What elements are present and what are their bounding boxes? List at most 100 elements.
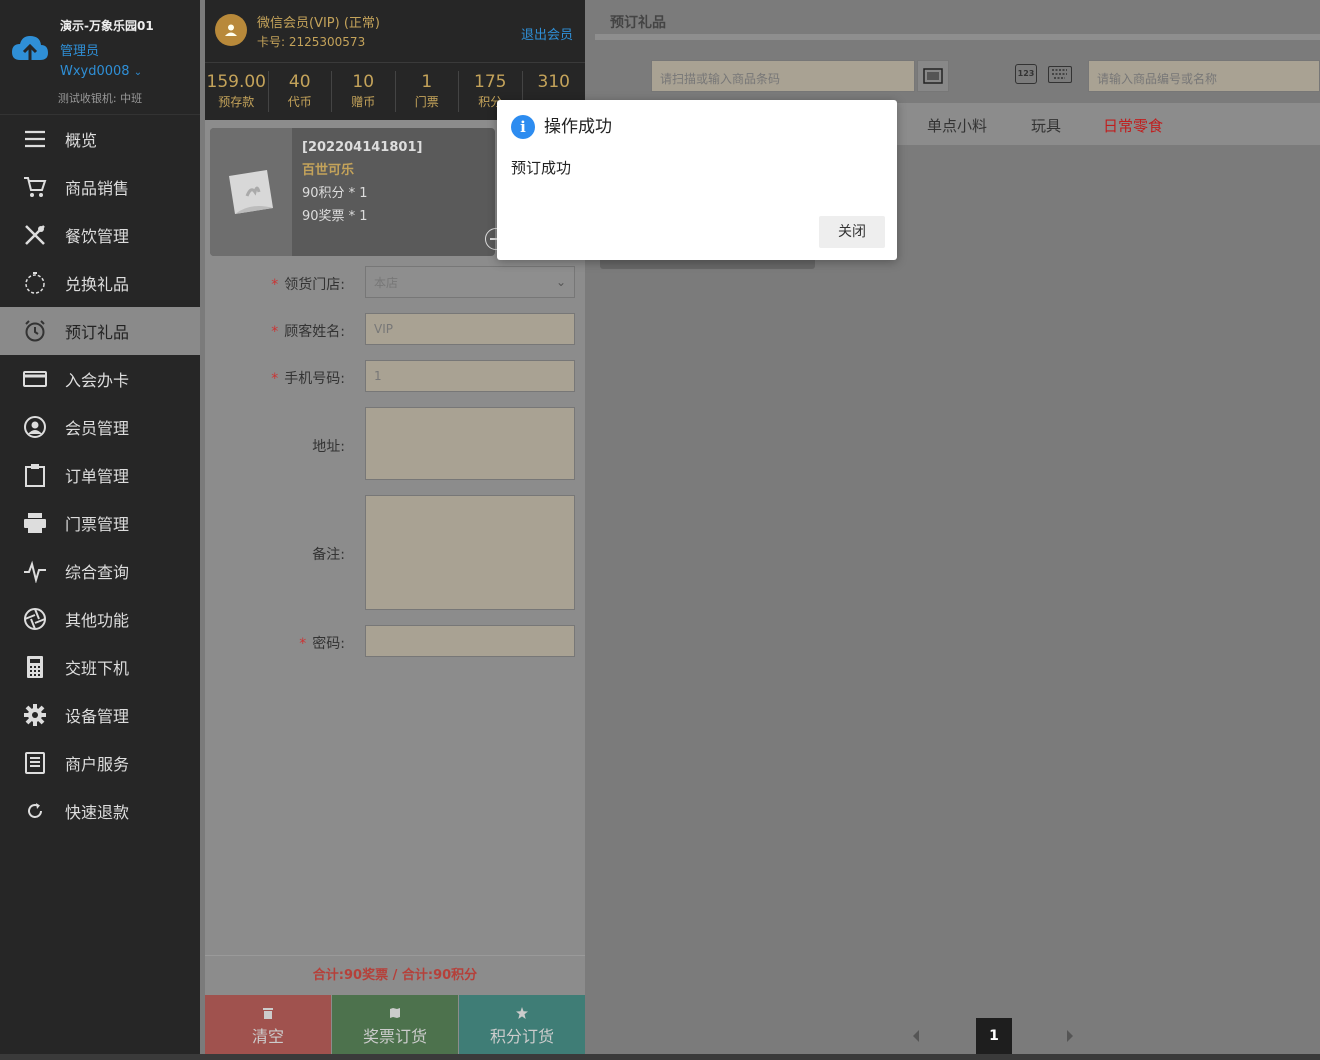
sidebar-item-4[interactable]: 预订礼品 [0, 307, 200, 355]
stat-value: 175 [474, 72, 507, 92]
cart-item-code: [202204141801] [302, 140, 423, 155]
user-circle-icon [22, 414, 48, 440]
gift-icon [22, 270, 48, 296]
cart-item-points: 90积分 * 1 [302, 186, 368, 201]
barcode-scan-button[interactable] [917, 60, 949, 92]
category-tab-toppings[interactable]: 单点小料 [927, 115, 987, 136]
cart-item-tickets: 90奖票 * 1 [302, 209, 368, 224]
customer-name-input[interactable]: VIP [365, 313, 575, 345]
clear-label: 清空 [251, 1027, 284, 1046]
sidebar-item-label: 会员管理 [65, 419, 130, 438]
sidebar-item-label: 商户服务 [65, 755, 130, 774]
menu-icon [22, 126, 48, 152]
sidebar-item-1[interactable]: 商品销售 [0, 163, 200, 211]
store-select[interactable]: 本店 ⌄ [365, 266, 575, 298]
sidebar-item-label: 快速退款 [65, 803, 130, 822]
logout-member-button[interactable]: 退出会员 [521, 24, 573, 43]
store-select-value: 本店 [374, 275, 399, 290]
avatar [215, 14, 247, 46]
star-icon [516, 1007, 528, 1019]
current-page[interactable]: 1 [976, 1018, 1012, 1054]
sidebar-item-label: 设备管理 [65, 707, 130, 726]
page-title: 预订礼品 [595, 0, 1320, 40]
calculator-icon [22, 654, 48, 680]
next-page-icon[interactable] [1067, 1030, 1073, 1042]
points-order-button[interactable]: 积分订货 [459, 995, 585, 1060]
chevron-down-icon: ⌄ [133, 67, 143, 78]
sidebar-item-0[interactable]: 概览 [0, 115, 200, 163]
store-name: 演示-万象乐园01 [60, 19, 154, 33]
sidebar-item-2[interactable]: 餐饮管理 [0, 211, 200, 259]
brand-header: 演示-万象乐园01 管理员 Wxyd0008 ⌄ 测试收银机: 中班 [0, 0, 200, 115]
cart-icon [22, 174, 48, 200]
printer-icon [22, 510, 48, 536]
member-stat: 10 赠币 [332, 71, 396, 112]
sidebar-item-9[interactable]: 综合查询 [0, 547, 200, 595]
sidebar: 演示-万象乐园01 管理员 Wxyd0008 ⌄ 测试收银机: 中班 概览商品销… [0, 0, 200, 1060]
sidebar-item-label: 入会办卡 [65, 371, 130, 390]
ticket-order-button[interactable]: 奖票订货 [332, 995, 458, 1060]
sidebar-item-label: 预订礼品 [65, 323, 130, 342]
category-tab-snacks[interactable]: 日常零食 [1103, 115, 1163, 136]
user-role: 管理员 [60, 44, 100, 59]
sidebar-item-13[interactable]: 商户服务 [0, 739, 200, 787]
utensils-icon [22, 222, 48, 248]
shift-info: 测试收银机: 中班 [57, 92, 143, 105]
nav-menu: 概览商品销售餐饮管理兑换礼品预订礼品入会办卡会员管理订单管理门票管理综合查询其他… [0, 115, 200, 835]
points-order-label: 积分订货 [489, 1027, 554, 1046]
stat-value: 40 [288, 72, 311, 92]
keyboard-icon[interactable] [1048, 66, 1072, 83]
cart-item: [202204141801] 百世可乐 90积分 * 1 90奖票 * 1 [210, 128, 507, 256]
gear-icon [22, 702, 48, 728]
sidebar-item-label: 餐饮管理 [65, 227, 130, 246]
sidebar-item-7[interactable]: 订单管理 [0, 451, 200, 499]
sidebar-item-14[interactable]: 快速退款 [0, 787, 200, 835]
product-image-placeholder [210, 128, 292, 256]
sidebar-item-label: 概览 [65, 131, 98, 150]
chevron-down-icon: ⌄ [555, 275, 566, 289]
store-label: * 领货门店: [271, 277, 345, 293]
bottom-bar [0, 1054, 1320, 1060]
barcode-icon [923, 68, 943, 84]
stat-value: 1 [421, 72, 433, 92]
member-card-number: 卡号: 2125300573 [257, 35, 366, 49]
sidebar-item-11[interactable]: 交班下机 [0, 643, 200, 691]
stat-value: 310 [537, 72, 570, 92]
prev-page-icon[interactable] [913, 1030, 919, 1042]
product-search-input[interactable]: 请输入商品编号或名称 [1088, 60, 1320, 92]
phone-label: * 手机号码: [271, 371, 345, 387]
cloud-logo-icon [12, 36, 48, 64]
remark-label: 备注: [312, 547, 345, 563]
barcode-input[interactable]: 请扫描或输入商品条码 [651, 60, 915, 92]
clear-button[interactable]: 清空 [205, 995, 331, 1060]
customer-name-label: * 顾客姓名: [271, 324, 345, 340]
phone-input[interactable]: 1 [365, 360, 575, 392]
sidebar-item-12[interactable]: 设备管理 [0, 691, 200, 739]
numpad-icon[interactable]: 123 [1015, 64, 1037, 84]
user-icon [225, 24, 237, 36]
sidebar-item-10[interactable]: 其他功能 [0, 595, 200, 643]
password-input[interactable] [365, 625, 575, 657]
info-icon: i [511, 115, 535, 139]
address-textarea[interactable] [365, 407, 575, 480]
sidebar-item-5[interactable]: 入会办卡 [0, 355, 200, 403]
sidebar-item-8[interactable]: 门票管理 [0, 499, 200, 547]
sidebar-item-label: 订单管理 [65, 467, 130, 486]
sidebar-item-6[interactable]: 会员管理 [0, 403, 200, 451]
dialog-title: 操作成功 [544, 117, 612, 137]
remark-textarea[interactable] [365, 495, 575, 610]
dialog-close-button[interactable]: 关闭 [819, 216, 885, 248]
clipboard-icon [22, 462, 48, 488]
member-header: 微信会员(VIP) (正常) 卡号: 2125300573 退出会员 [205, 0, 585, 62]
image-placeholder-icon [229, 170, 273, 214]
success-dialog: i 操作成功 预订成功 关闭 [497, 100, 897, 260]
order-total: 合计:90奖票 / 合计:90积分 [205, 955, 585, 995]
sidebar-item-label: 综合查询 [65, 563, 130, 582]
sidebar-item-3[interactable]: 兑换礼品 [0, 259, 200, 307]
stat-label: 门票 [414, 95, 439, 109]
member-stat: 1 门票 [396, 71, 459, 112]
member-stat: 40 代币 [269, 71, 332, 112]
username-dropdown[interactable]: Wxyd0008 ⌄ [60, 64, 142, 79]
dialog-message: 预订成功 [511, 159, 572, 177]
category-tab-toys[interactable]: 玩具 [1031, 115, 1061, 136]
